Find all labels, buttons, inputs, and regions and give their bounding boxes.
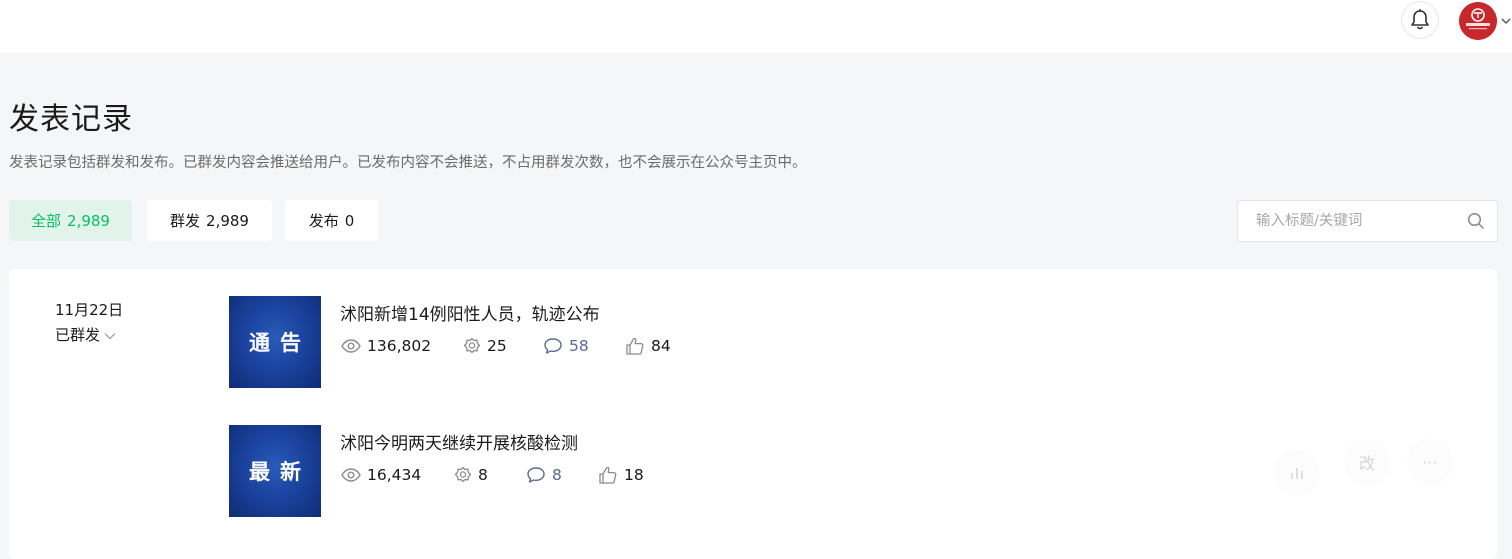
bell-icon xyxy=(1411,9,1429,30)
share-icon xyxy=(463,337,481,354)
notification-button[interactable] xyxy=(1401,1,1439,39)
comments-count: 8 xyxy=(552,466,562,484)
tab-label: 全部 xyxy=(31,212,62,230)
views-stat: 136,802 xyxy=(341,337,463,355)
tab-count: 2,989 xyxy=(206,211,249,230)
chevron-down-icon xyxy=(104,332,116,339)
edit-label: 改 xyxy=(1358,454,1375,473)
shares-count: 25 xyxy=(487,337,507,355)
article-stats: 136,802 25 58 84 xyxy=(341,336,671,356)
likes-count: 84 xyxy=(651,337,671,355)
shares-count: 8 xyxy=(478,466,488,484)
search-box xyxy=(1237,200,1498,242)
views-count: 136,802 xyxy=(367,337,432,355)
views-stat: 16,434 xyxy=(341,466,454,484)
more-label: ··· xyxy=(1422,452,1438,472)
group-status-label: 已群发 xyxy=(55,326,101,344)
bar-chart-icon xyxy=(1291,468,1303,479)
tab-mass-send[interactable]: 群发 2,989 xyxy=(147,200,272,241)
article-cover[interactable]: 通告 xyxy=(229,296,321,388)
article-item: 最新 沭阳今明两天继续开展核酸检测 16,434 8 8 18 改 ··· xyxy=(229,425,1479,517)
comment-icon xyxy=(527,467,545,483)
comments-stat[interactable]: 58 xyxy=(543,337,625,355)
article-cover[interactable]: 最新 xyxy=(229,425,321,517)
article-item: 通告 沭阳新增14例阳性人员，轨迹公布 136,802 25 58 84 xyxy=(229,296,1479,388)
views-count: 16,434 xyxy=(367,466,422,484)
top-bar xyxy=(0,0,1512,53)
comments-stat[interactable]: 8 xyxy=(526,466,598,484)
eye-icon xyxy=(341,339,361,353)
search-input[interactable] xyxy=(1238,213,1458,229)
thumbs-up-icon xyxy=(626,337,644,355)
tab-label: 群发 xyxy=(170,212,201,230)
likes-stat: 18 xyxy=(598,466,644,484)
likes-count: 18 xyxy=(624,466,644,484)
tab-count: 2,989 xyxy=(67,211,110,230)
chevron-down-icon[interactable] xyxy=(1500,14,1512,28)
shares-stat: 8 xyxy=(454,466,526,484)
likes-stat: 84 xyxy=(625,337,671,355)
more-button[interactable]: ··· xyxy=(1407,439,1453,485)
comments-count: 58 xyxy=(569,337,589,355)
tab-label: 发布 xyxy=(308,212,339,230)
comment-icon xyxy=(544,338,562,354)
group-status-dropdown[interactable]: 已群发 xyxy=(55,324,116,345)
search-icon[interactable] xyxy=(1467,212,1485,230)
account-avatar-logo xyxy=(1459,2,1497,40)
article-title[interactable]: 沭阳今明两天继续开展核酸检测 xyxy=(340,429,578,454)
thumbs-up-icon xyxy=(599,466,617,484)
edit-button[interactable]: 改 xyxy=(1344,439,1390,485)
eye-icon xyxy=(341,468,361,482)
stats-button[interactable] xyxy=(1274,450,1320,496)
tab-all[interactable]: 全部 2,989 xyxy=(9,200,132,241)
publish-record-card: 11月22日 已群发 通告 沭阳新增14例阳性人员，轨迹公布 136,802 2… xyxy=(9,269,1497,559)
page-title: 发表记录 xyxy=(9,102,133,137)
group-date: 11月22日 xyxy=(55,301,124,319)
tab-count: 0 xyxy=(344,211,355,230)
cover-text: 最新 xyxy=(249,459,311,484)
shares-stat: 25 xyxy=(463,337,543,355)
article-title[interactable]: 沭阳新增14例阳性人员，轨迹公布 xyxy=(340,300,600,325)
cover-text: 通告 xyxy=(249,330,311,355)
page-description: 发表记录包括群发和发布。已群发内容会推送给用户。已发布内容不会推送，不占用群发次… xyxy=(9,155,807,171)
share-icon xyxy=(454,466,472,483)
article-stats: 16,434 8 8 18 xyxy=(341,465,644,485)
tab-publish[interactable]: 发布 0 xyxy=(285,200,378,241)
avatar[interactable] xyxy=(1459,2,1497,40)
